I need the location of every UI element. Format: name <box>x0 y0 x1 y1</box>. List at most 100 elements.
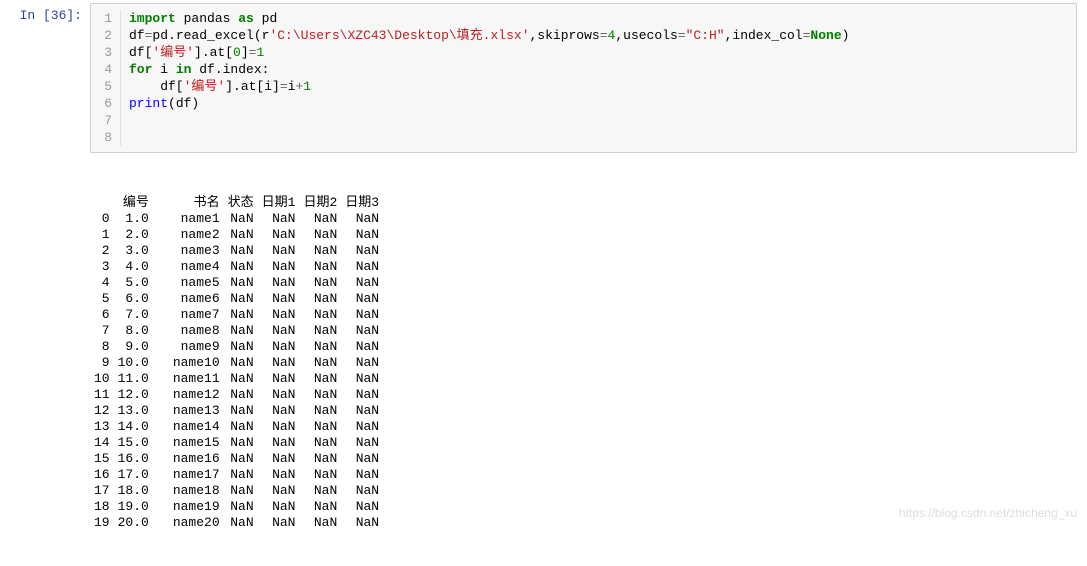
code-editor[interactable]: 1 2 3 4 5 6 7 8 import pandas as pddf=pd… <box>90 3 1077 153</box>
gutter-num: 5 <box>91 78 112 95</box>
cell: NaN <box>299 435 341 451</box>
cell: 14.0 <box>114 419 153 435</box>
table-row: 1011.0name11NaNNaNNaNNaN <box>90 371 383 387</box>
row-index: 7 <box>90 323 114 339</box>
cell: NaN <box>258 451 300 467</box>
cell: 9.0 <box>114 339 153 355</box>
cell: name12 <box>153 387 224 403</box>
cell: NaN <box>341 227 383 243</box>
col-header: 日期2 <box>299 195 341 211</box>
cell: NaN <box>299 259 341 275</box>
row-index: 6 <box>90 307 114 323</box>
cell: NaN <box>299 387 341 403</box>
dataframe-table: 编号 书名 状态 日期1 日期2 日期3 01.0name1NaNNaNNaNN… <box>90 195 383 531</box>
cell: NaN <box>224 419 258 435</box>
cell: NaN <box>224 451 258 467</box>
cell: NaN <box>258 243 300 259</box>
cell: NaN <box>224 323 258 339</box>
cell: 2.0 <box>114 227 153 243</box>
cell: NaN <box>258 259 300 275</box>
row-index: 16 <box>90 467 114 483</box>
cell: 10.0 <box>114 355 153 371</box>
table-row: 1314.0name14NaNNaNNaNNaN <box>90 419 383 435</box>
row-index: 5 <box>90 291 114 307</box>
cell: 7.0 <box>114 307 153 323</box>
code-line[interactable]: for i in df.index: <box>129 61 1076 78</box>
cell: name1 <box>153 211 224 227</box>
cell: NaN <box>341 419 383 435</box>
table-row: 45.0name5NaNNaNNaNNaN <box>90 275 383 291</box>
cell: NaN <box>224 467 258 483</box>
input-cell: In [36]: 1 2 3 4 5 6 7 8 import pandas a… <box>0 0 1087 156</box>
table-row: 67.0name7NaNNaNNaNNaN <box>90 307 383 323</box>
output-content: 编号 书名 状态 日期1 日期2 日期3 01.0name1NaNNaNNaNN… <box>90 159 1087 563</box>
cell: NaN <box>299 451 341 467</box>
cell: NaN <box>258 467 300 483</box>
cell: name3 <box>153 243 224 259</box>
cell: NaN <box>341 275 383 291</box>
cell: NaN <box>258 387 300 403</box>
cell: NaN <box>224 515 258 531</box>
code-line[interactable]: df['编号'].at[i]=i+1 <box>129 78 1076 95</box>
table-row: 1920.0name20NaNNaNNaNNaN <box>90 515 383 531</box>
cell: NaN <box>341 483 383 499</box>
table-row: 1415.0name15NaNNaNNaNNaN <box>90 435 383 451</box>
watermark: https://blog.csdn.net/zhicheng_xu <box>899 506 1077 520</box>
code-line[interactable]: df=pd.read_excel(r'C:\Users\XZC43\Deskto… <box>129 27 1076 44</box>
row-index: 13 <box>90 419 114 435</box>
cell: NaN <box>299 323 341 339</box>
col-header: 书名 <box>153 195 224 211</box>
row-index: 12 <box>90 403 114 419</box>
row-index: 14 <box>90 435 114 451</box>
cell: NaN <box>299 355 341 371</box>
code-line[interactable]: df['编号'].at[0]=1 <box>129 44 1076 61</box>
code-line[interactable]: import pandas as pd <box>129 10 1076 27</box>
table-row: 12.0name2NaNNaNNaNNaN <box>90 227 383 243</box>
cell: name2 <box>153 227 224 243</box>
table-row: 89.0name9NaNNaNNaNNaN <box>90 339 383 355</box>
code-content[interactable]: import pandas as pddf=pd.read_excel(r'C:… <box>121 10 1076 146</box>
cell: NaN <box>258 307 300 323</box>
table-row: 1112.0name12NaNNaNNaNNaN <box>90 387 383 403</box>
cell: name16 <box>153 451 224 467</box>
cell: NaN <box>224 259 258 275</box>
cell: name20 <box>153 515 224 531</box>
cell: name17 <box>153 467 224 483</box>
row-index: 1 <box>90 227 114 243</box>
cell: NaN <box>341 371 383 387</box>
cell: NaN <box>299 515 341 531</box>
cell: NaN <box>224 435 258 451</box>
cell: name18 <box>153 483 224 499</box>
cell: NaN <box>258 483 300 499</box>
cell: NaN <box>341 387 383 403</box>
cell: NaN <box>299 227 341 243</box>
code-line[interactable]: print(df) <box>129 95 1076 112</box>
table-row: 78.0name8NaNNaNNaNNaN <box>90 323 383 339</box>
cell: NaN <box>299 467 341 483</box>
row-index: 19 <box>90 515 114 531</box>
cell: NaN <box>258 435 300 451</box>
cell: NaN <box>341 499 383 515</box>
cell: name11 <box>153 371 224 387</box>
table-row: 1718.0name18NaNNaNNaNNaN <box>90 483 383 499</box>
cell: NaN <box>224 339 258 355</box>
table-header-row: 编号 书名 状态 日期1 日期2 日期3 <box>90 195 383 211</box>
cell: NaN <box>341 323 383 339</box>
cell: name15 <box>153 435 224 451</box>
cell: NaN <box>258 403 300 419</box>
cell: NaN <box>299 339 341 355</box>
cell: 12.0 <box>114 387 153 403</box>
cell: NaN <box>341 307 383 323</box>
output-prompt <box>0 159 90 563</box>
col-header: 日期3 <box>341 195 383 211</box>
gutter-num: 7 <box>91 112 112 129</box>
gutter-num: 2 <box>91 27 112 44</box>
cell: 20.0 <box>114 515 153 531</box>
cell: NaN <box>299 291 341 307</box>
gutter-num: 4 <box>91 61 112 78</box>
cell: 15.0 <box>114 435 153 451</box>
cell: NaN <box>341 435 383 451</box>
cell: name8 <box>153 323 224 339</box>
cell: 18.0 <box>114 483 153 499</box>
cell: NaN <box>299 243 341 259</box>
